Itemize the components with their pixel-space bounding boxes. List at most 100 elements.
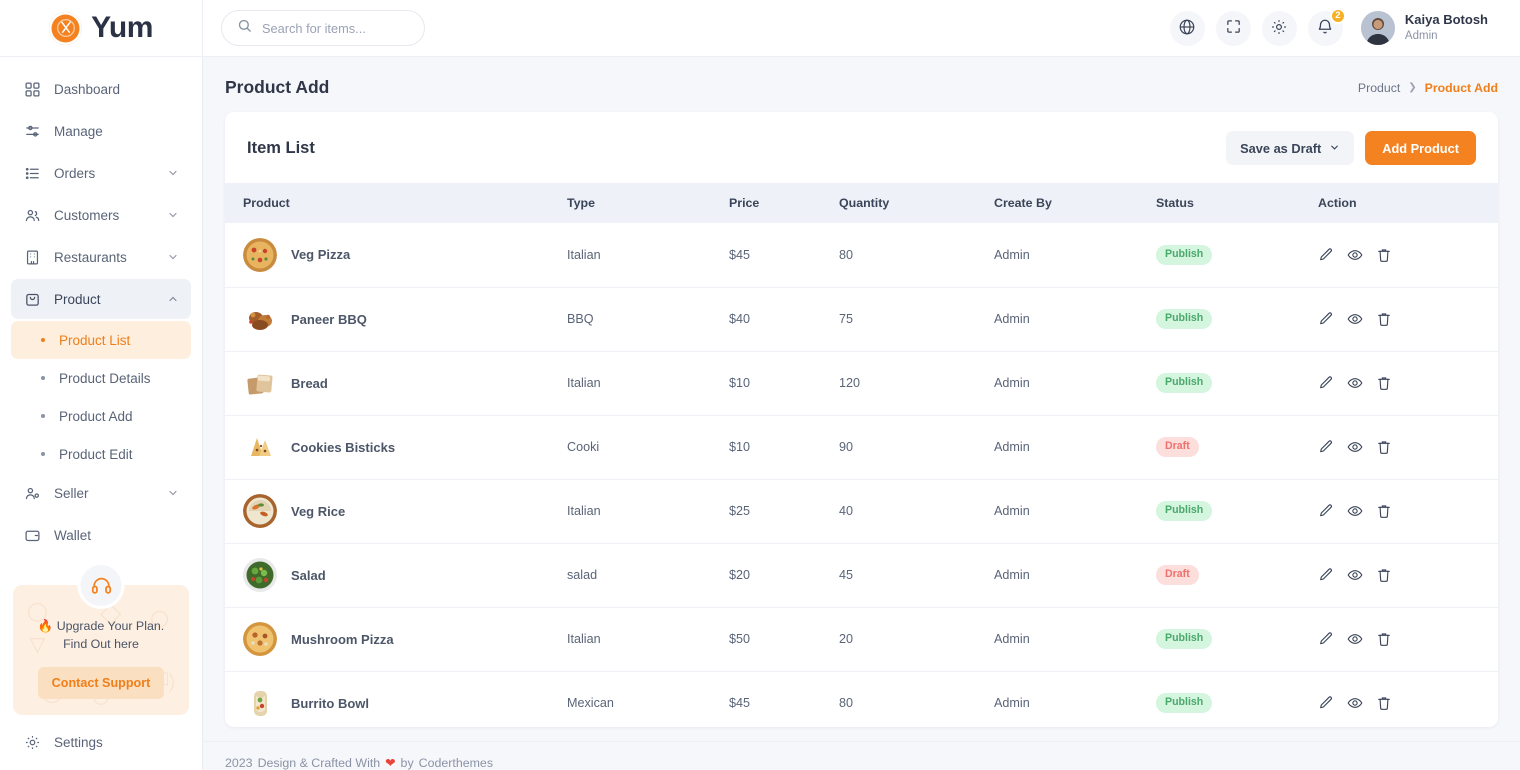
bullet-icon bbox=[41, 452, 45, 456]
status-badge: Draft bbox=[1156, 437, 1199, 457]
cell-product: Veg Pizza bbox=[225, 223, 567, 287]
delete-icon[interactable] bbox=[1376, 311, 1392, 327]
edit-icon[interactable] bbox=[1318, 439, 1334, 455]
sidebar-item-settings[interactable]: Settings bbox=[11, 723, 191, 763]
language-globe-button[interactable] bbox=[1170, 11, 1205, 46]
cell-create-by: Admin bbox=[994, 351, 1156, 415]
edit-icon[interactable] bbox=[1318, 631, 1334, 647]
product-thumbnail bbox=[243, 302, 277, 336]
sliders-icon bbox=[23, 122, 41, 140]
sidebar-item-manage[interactable]: Manage bbox=[11, 111, 191, 151]
sidebar-item-dashboard[interactable]: Dashboard bbox=[11, 69, 191, 109]
chevron-up-icon bbox=[167, 293, 179, 305]
breadcrumb-item-current[interactable]: Product Add bbox=[1425, 81, 1498, 95]
chevron-down-icon bbox=[167, 209, 179, 221]
brand-logo[interactable]: Yum bbox=[0, 0, 202, 57]
product-thumbnail bbox=[243, 494, 277, 528]
cell-quantity: 20 bbox=[839, 607, 994, 671]
cell-action bbox=[1318, 415, 1498, 479]
card-actions: Save as Draft Add Product bbox=[1226, 131, 1476, 165]
search-input[interactable] bbox=[262, 21, 409, 36]
product-name[interactable]: Salad bbox=[291, 568, 326, 583]
sidebar-item-seller[interactable]: Seller bbox=[11, 473, 191, 513]
save-as-draft-button[interactable]: Save as Draft bbox=[1226, 131, 1354, 165]
delete-icon[interactable] bbox=[1376, 695, 1392, 711]
table-row: BreadItalian$10120AdminPublish bbox=[225, 351, 1498, 415]
bag-icon bbox=[23, 290, 41, 308]
product-name[interactable]: Paneer BBQ bbox=[291, 312, 367, 327]
edit-icon[interactable] bbox=[1318, 503, 1334, 519]
edit-icon[interactable] bbox=[1318, 311, 1334, 327]
edit-icon[interactable] bbox=[1318, 247, 1334, 263]
view-icon[interactable] bbox=[1347, 695, 1363, 711]
notifications-button[interactable]: 2 bbox=[1308, 11, 1343, 46]
fullscreen-button[interactable] bbox=[1216, 11, 1251, 46]
building-icon bbox=[23, 248, 41, 266]
sidebar-subitem-product-list[interactable]: Product List bbox=[11, 321, 191, 359]
status-badge: Publish bbox=[1156, 693, 1212, 713]
cell-quantity: 120 bbox=[839, 351, 994, 415]
sidebar-subitem-product-details[interactable]: Product Details bbox=[11, 359, 191, 397]
product-name[interactable]: Veg Rice bbox=[291, 504, 345, 519]
delete-icon[interactable] bbox=[1376, 503, 1392, 519]
user-menu[interactable]: Kaiya Botosh Admin bbox=[1361, 11, 1488, 45]
sidebar-item-restaurants[interactable]: Restaurants bbox=[11, 237, 191, 277]
product-name[interactable]: Burrito Bowl bbox=[291, 696, 369, 711]
bullet-icon bbox=[41, 376, 45, 380]
sidebar-item-label: Restaurants bbox=[54, 250, 154, 265]
column-header-create-by: Create By bbox=[994, 183, 1156, 223]
delete-icon[interactable] bbox=[1376, 631, 1392, 647]
sidebar-item-label: Manage bbox=[54, 124, 179, 139]
sidebar-subitem-product-add[interactable]: Product Add bbox=[11, 397, 191, 435]
settings-gear-button[interactable] bbox=[1262, 11, 1297, 46]
table-header-row: Product Type Price Quantity Create By St… bbox=[225, 183, 1498, 223]
view-icon[interactable] bbox=[1347, 567, 1363, 583]
edit-icon[interactable] bbox=[1318, 695, 1334, 711]
cell-status: Publish bbox=[1156, 479, 1318, 543]
table-head: Product Type Price Quantity Create By St… bbox=[225, 183, 1498, 223]
card-header: Item List Save as Draft Add Product bbox=[225, 112, 1498, 183]
view-icon[interactable] bbox=[1347, 631, 1363, 647]
product-name[interactable]: Mushroom Pizza bbox=[291, 632, 394, 647]
card-title: Item List bbox=[247, 139, 315, 158]
sidebar-subitem-product-edit[interactable]: Product Edit bbox=[11, 435, 191, 473]
delete-icon[interactable] bbox=[1376, 375, 1392, 391]
sidebar-item-wallet[interactable]: Wallet bbox=[11, 515, 191, 555]
cell-type: Italian bbox=[567, 479, 729, 543]
search-box[interactable] bbox=[221, 10, 425, 46]
cell-type: Italian bbox=[567, 607, 729, 671]
contact-support-button[interactable]: Contact Support bbox=[38, 667, 165, 699]
delete-icon[interactable] bbox=[1376, 567, 1392, 583]
edit-icon[interactable] bbox=[1318, 375, 1334, 391]
status-badge: Publish bbox=[1156, 501, 1212, 521]
view-icon[interactable] bbox=[1347, 439, 1363, 455]
table-row: Veg PizzaItalian$4580AdminPublish bbox=[225, 223, 1498, 287]
cell-product: Bread bbox=[225, 351, 567, 415]
view-icon[interactable] bbox=[1347, 503, 1363, 519]
footer-author[interactable]: Coderthemes bbox=[419, 756, 493, 770]
cell-create-by: Admin bbox=[994, 543, 1156, 607]
delete-icon[interactable] bbox=[1376, 439, 1392, 455]
sidebar-item-product[interactable]: Product bbox=[11, 279, 191, 319]
product-name[interactable]: Cookies Bisticks bbox=[291, 440, 395, 455]
cell-type: Italian bbox=[567, 223, 729, 287]
add-product-button[interactable]: Add Product bbox=[1365, 131, 1476, 165]
product-thumbnail bbox=[243, 366, 277, 400]
cell-quantity: 80 bbox=[839, 223, 994, 287]
view-icon[interactable] bbox=[1347, 375, 1363, 391]
edit-icon[interactable] bbox=[1318, 567, 1334, 583]
product-thumbnail bbox=[243, 686, 277, 720]
cell-type: Mexican bbox=[567, 671, 729, 727]
view-icon[interactable] bbox=[1347, 311, 1363, 327]
view-icon[interactable] bbox=[1347, 247, 1363, 263]
sidebar: Yum Dashboard Mana bbox=[0, 0, 203, 770]
breadcrumb-item-product[interactable]: Product bbox=[1358, 81, 1400, 95]
sidebar-item-orders[interactable]: Orders bbox=[11, 153, 191, 193]
product-name[interactable]: Bread bbox=[291, 376, 328, 391]
sidebar-item-customers[interactable]: Customers bbox=[11, 195, 191, 235]
cell-action bbox=[1318, 287, 1498, 351]
cell-create-by: Admin bbox=[994, 479, 1156, 543]
delete-icon[interactable] bbox=[1376, 247, 1392, 263]
topbar: 2 Kaiya Botosh Admin bbox=[203, 0, 1520, 57]
product-name[interactable]: Veg Pizza bbox=[291, 247, 350, 262]
